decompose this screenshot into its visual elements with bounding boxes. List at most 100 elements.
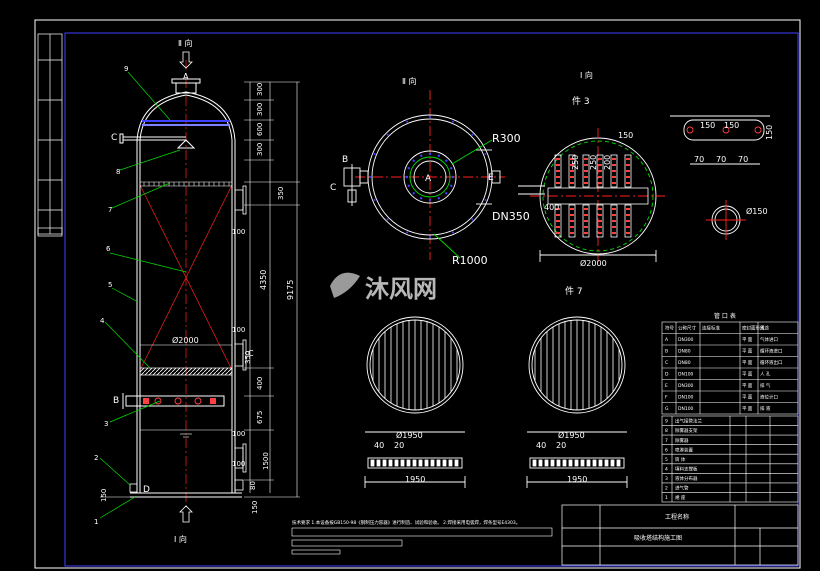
dim-350b: 350 [244,351,252,364]
table-cell: 平 面 [742,360,753,366]
distributor-hole [584,182,588,184]
bolt-hole [428,198,432,202]
dim-150-base: 150 [251,501,259,514]
leader-4: 4 [100,317,105,325]
bolt-hole [407,184,410,188]
distributor-hole [626,208,630,210]
plan-dn350: DN350 [492,210,530,223]
part-number: 7 [665,438,668,444]
spray-pipe [119,133,196,149]
grating-slot [412,459,417,467]
shell-bolt [406,231,409,234]
table-cell: 循环液进口 [760,347,783,354]
grating-slot [538,459,543,467]
table-cell: F [665,394,668,400]
part3-dia: Ø2000 [580,258,607,268]
dim-dia2000: Ø2000 [172,335,199,345]
distributor-hole [556,182,560,184]
grating-slot [430,459,435,467]
grating-slot [376,459,381,467]
part-name: 筒 体 [675,456,686,463]
plan-r1000: R1000 [452,254,488,267]
distributor-hole [598,158,602,160]
bolt-hole [412,192,415,195]
part-number: 3 [665,476,668,482]
part7-right-40: 40 [536,441,546,450]
bolt-hole [405,175,409,179]
table-cell: 人 孔 [760,370,771,377]
distributor-hole [570,226,574,228]
packing-support [139,367,233,376]
leader-3: 3 [104,420,108,428]
detail-70a: 70 [694,155,704,164]
table-cell: A [665,337,669,343]
part-number: 2 [665,486,668,492]
distributor-hole [584,176,588,178]
part-number: 8 [665,428,668,434]
shell-bolt [471,133,474,136]
distributor-hole [612,182,616,184]
distributor-hole [584,232,588,234]
table-cell: DN80 [678,360,691,366]
title-project: 工程名称 [665,513,689,521]
distributor-hole [598,164,602,166]
part-name: 液体分布器 [675,475,698,482]
text-layer: Ⅱ 向 Ⅰ 向 Ⅱ 向 Ⅰ 向 件 3 件 7 A C B D C [111,38,593,544]
shell-bolt [451,120,454,123]
part3-150: 150 [618,131,633,140]
part7-left-len: 1950 [405,475,425,484]
distributor-hole [570,214,574,216]
watermark-text: 沐风网 [365,275,437,303]
grating-slot [388,459,393,467]
tables-text: 管 口 表 [714,312,736,320]
grating-slot [448,459,453,467]
bolt-hole [419,197,423,200]
table-cell: 平 面 [742,348,753,354]
distributor-hole [612,208,616,210]
leader-5: 5 [108,281,112,289]
distributor-hole [584,170,588,172]
table-cell: 平 面 [742,383,753,389]
grating-slot [550,459,555,467]
bolt-hole [407,166,410,170]
nozzle-a: A [183,72,189,81]
dim-9175: 9175 [286,280,295,300]
distributor-hole [626,214,630,216]
shell-bolt [429,116,431,118]
part7-left-40: 40 [374,441,384,450]
part-name: 填料支撑板 [675,465,698,472]
plan-c: C [330,183,336,193]
shell-bolt [373,198,376,201]
grating-slot [442,459,447,467]
grating-slot [418,459,423,467]
drawing-svg: Ⅱ 向 Ⅰ 向 Ⅱ 向 Ⅰ 向 件 3 件 7 A C B D C 9 8 7 … [34,19,801,569]
part-name: 喷淋装置 [675,446,693,453]
leader-8: 8 [116,168,120,176]
distributor-hole [626,170,630,172]
distributor-hole [584,158,588,160]
notes-boxes [291,527,553,555]
distributor-hole [556,164,560,166]
plan-b: B [342,155,348,165]
dim-1500: 1500 [262,452,270,470]
table-cell: 气体进口 [760,336,778,343]
shell-bolt [484,198,487,201]
part-number: 6 [665,447,668,453]
dim-300a: 300 [256,83,264,96]
part3-title: 件 3 [572,95,590,107]
nozzle-d: D [143,485,150,495]
grating-slot [406,459,411,467]
part-number: 4 [665,466,668,472]
bolt-hole [445,192,448,195]
grating-slot [616,459,621,467]
bolt-hole [450,166,453,170]
distributor-hole [626,182,630,184]
table-cell: C [665,360,668,366]
distributor-hole [612,158,616,160]
dim-350: 350 [277,187,285,200]
dim-150-foot: 150 [100,489,108,502]
distributor-hole [556,220,560,222]
distributor-hole [556,176,560,178]
table-cell: D [665,371,669,377]
table-header: 连接标准 [702,324,720,331]
